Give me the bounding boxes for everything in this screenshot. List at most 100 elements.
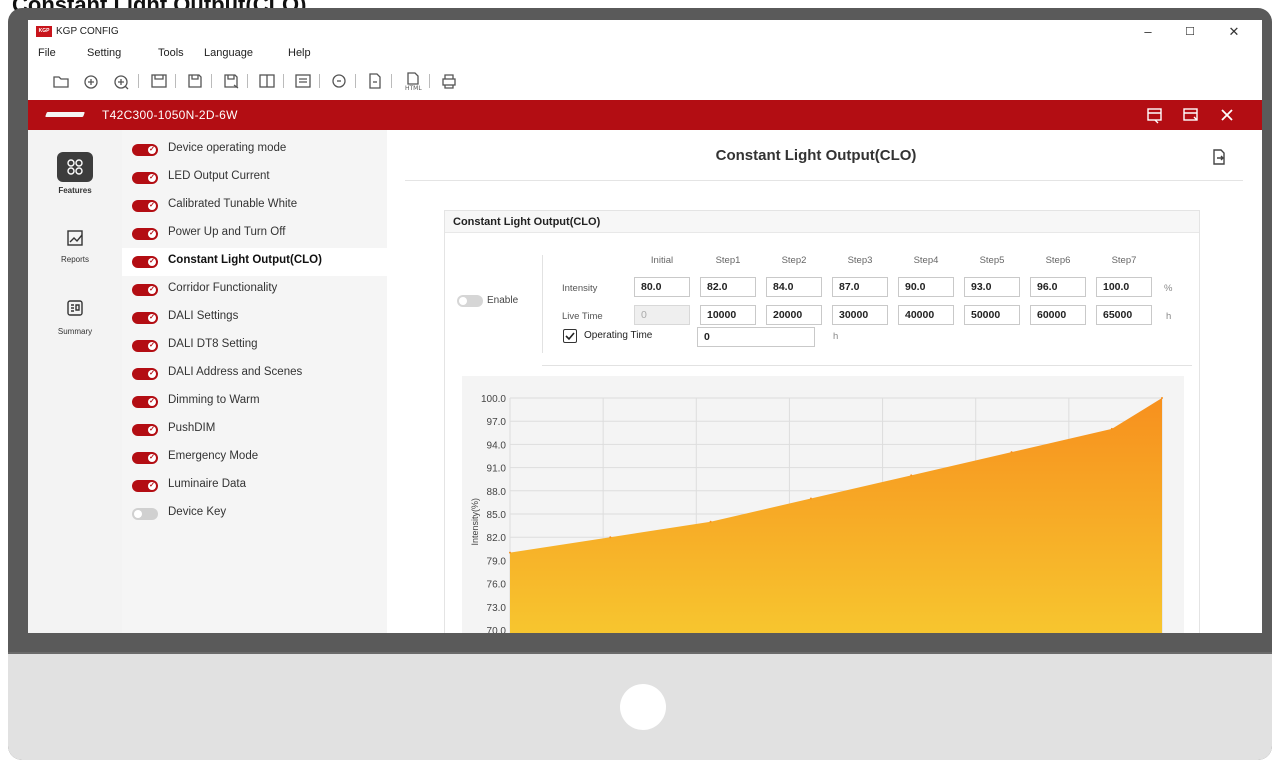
- intensity-input-step3[interactable]: 87.0: [832, 277, 888, 297]
- export-file-icon[interactable]: [364, 70, 386, 92]
- feature-item-pushdim[interactable]: ✓ PushDIM: [122, 416, 387, 444]
- intensity-input-step1[interactable]: 82.0: [700, 277, 756, 297]
- template-icon[interactable]: [292, 70, 314, 92]
- operating-time-unit: h: [833, 331, 839, 342]
- read-config-icon[interactable]: [148, 70, 170, 92]
- y-tick-label: 100.0: [481, 394, 506, 405]
- feature-toggle[interactable]: ✓: [132, 172, 158, 184]
- feature-list: ✓ Device operating mode ✓ LED Output Cur…: [122, 130, 387, 633]
- clo-chart: 100.0 97.0 94.0 91.0 88.0 85.0 82.0 79.0 76.0 73.…: [462, 376, 1184, 633]
- menu-help[interactable]: Help: [288, 47, 311, 59]
- feature-item-emergency-mode[interactable]: ✓ Emergency Mode: [122, 444, 387, 472]
- toolbar-separator: [247, 74, 248, 88]
- svg-text:HTML: HTML: [405, 85, 422, 92]
- feature-toggle[interactable]: ✓: [132, 284, 158, 296]
- close-device-icon[interactable]: [1218, 106, 1236, 124]
- menu-tools[interactable]: Tools: [158, 47, 184, 59]
- y-tick-label: 76.0: [487, 580, 507, 591]
- feature-label: DALI Settings: [168, 310, 239, 322]
- feature-item-power-up-and-turn-off[interactable]: ✓ Power Up and Turn Off: [122, 220, 387, 248]
- feature-item-luminaire-data[interactable]: ✓ Luminaire Data: [122, 472, 387, 500]
- livetime-input-step4[interactable]: 40000: [898, 305, 954, 325]
- toolbar-separator: [319, 74, 320, 88]
- save-as-icon[interactable]: [220, 70, 242, 92]
- chart-data-point: [509, 551, 511, 554]
- intensity-input-step6[interactable]: 96.0: [1030, 277, 1086, 297]
- add-device-icon[interactable]: [110, 70, 132, 92]
- chart-data-point: [609, 536, 612, 539]
- maximize-button[interactable]: ☐: [1180, 23, 1200, 41]
- nav-summary[interactable]: Summary: [28, 285, 122, 345]
- panel-header: Constant Light Output(CLO): [445, 211, 1199, 233]
- close-button[interactable]: ✕: [1224, 23, 1244, 41]
- feature-item-corridor-functionality[interactable]: ✓ Corridor Functionality: [122, 276, 387, 304]
- write-device-icon[interactable]: [1182, 106, 1200, 124]
- intensity-input-step5[interactable]: 93.0: [964, 277, 1020, 297]
- feature-toggle[interactable]: ✓: [132, 256, 158, 268]
- column-header: Step4: [913, 255, 939, 266]
- feature-item-dimming-to-warm[interactable]: ✓ Dimming to Warm: [122, 388, 387, 416]
- new-icon[interactable]: [80, 70, 102, 92]
- device-name: T42C300-1050N-2D-6W: [102, 108, 238, 122]
- monitor-home-button[interactable]: [620, 684, 666, 730]
- feature-label: Device operating mode: [168, 142, 287, 154]
- feature-toggle[interactable]: ✓: [132, 200, 158, 212]
- menu-file[interactable]: File: [38, 47, 56, 59]
- livetime-input-step5[interactable]: 50000: [964, 305, 1020, 325]
- y-tick-label: 70.0: [487, 626, 507, 633]
- livetime-input-step2[interactable]: 20000: [766, 305, 822, 325]
- feature-toggle[interactable]: ✓: [132, 228, 158, 240]
- nav-features[interactable]: Features: [28, 144, 122, 204]
- toolbar-separator: [211, 74, 212, 88]
- feature-item-device-key[interactable]: Device Key: [122, 500, 387, 528]
- operating-time-input[interactable]: 0: [697, 327, 815, 347]
- menu-language[interactable]: Language: [204, 47, 253, 59]
- feature-toggle[interactable]: ✓: [132, 452, 158, 464]
- feature-toggle[interactable]: ✓: [132, 396, 158, 408]
- nav-label: Reports: [60, 255, 89, 264]
- feature-item-device-operating-mode[interactable]: ✓ Device operating mode: [122, 136, 387, 164]
- feature-item-constant-light-output[interactable]: ✓ Constant Light Output(CLO): [122, 248, 387, 276]
- intensity-input-step4[interactable]: 90.0: [898, 277, 954, 297]
- feature-toggle[interactable]: ✓: [132, 424, 158, 436]
- open-folder-icon[interactable]: [50, 70, 72, 92]
- page: Constant Light Output(CLO) KGP KGP CONFI…: [0, 0, 1272, 761]
- livetime-input-step6[interactable]: 60000: [1030, 305, 1086, 325]
- feature-item-led-output-current[interactable]: ✓ LED Output Current: [122, 164, 387, 192]
- compare-icon[interactable]: [256, 70, 278, 92]
- toolbar-separator: [429, 74, 430, 88]
- menu-setting[interactable]: Setting: [87, 47, 121, 59]
- intensity-input-step2[interactable]: 84.0: [766, 277, 822, 297]
- export-icon[interactable]: [1210, 148, 1228, 166]
- livetime-input-step1[interactable]: 10000: [700, 305, 756, 325]
- minimize-button[interactable]: –: [1138, 23, 1158, 41]
- feature-toggle[interactable]: ✓: [132, 312, 158, 324]
- device-image-icon: [45, 112, 85, 117]
- feature-toggle[interactable]: ✓: [132, 144, 158, 156]
- print-icon[interactable]: [438, 70, 460, 92]
- feature-toggle[interactable]: [132, 508, 158, 520]
- feature-item-dali-dt8-setting[interactable]: ✓ DALI DT8 Setting: [122, 332, 387, 360]
- feature-toggle[interactable]: ✓: [132, 480, 158, 492]
- feature-item-calibrated-tunable-white[interactable]: ✓ Calibrated Tunable White: [122, 192, 387, 220]
- read-device-icon[interactable]: [1146, 106, 1164, 124]
- intensity-input-step7[interactable]: 100.0: [1096, 277, 1152, 297]
- intensity-input-initial[interactable]: 80.0: [634, 277, 690, 297]
- nav-reports[interactable]: Reports: [28, 215, 122, 275]
- livetime-input-step3[interactable]: 30000: [832, 305, 888, 325]
- html-export-icon[interactable]: HTML: [402, 70, 424, 92]
- feature-toggle[interactable]: ✓: [132, 340, 158, 352]
- feature-toggle[interactable]: ✓: [132, 368, 158, 380]
- column-header: Step6: [1045, 255, 1071, 266]
- panel-title: Constant Light Output(CLO): [453, 216, 601, 228]
- title-bar: KGP KGP CONFIG – ☐ ✕: [28, 20, 1262, 44]
- livetime-input-step7[interactable]: 65000: [1096, 305, 1152, 325]
- column-header: Step7: [1111, 255, 1137, 266]
- feature-item-dali-settings[interactable]: ✓ DALI Settings: [122, 304, 387, 332]
- operating-time-checkbox[interactable]: [563, 329, 577, 343]
- save-icon[interactable]: [184, 70, 206, 92]
- enable-toggle[interactable]: [457, 295, 483, 307]
- feature-item-dali-address-and-scenes[interactable]: ✓ DALI Address and Scenes: [122, 360, 387, 388]
- feature-label: DALI DT8 Setting: [168, 338, 258, 350]
- sync-icon[interactable]: [328, 70, 350, 92]
